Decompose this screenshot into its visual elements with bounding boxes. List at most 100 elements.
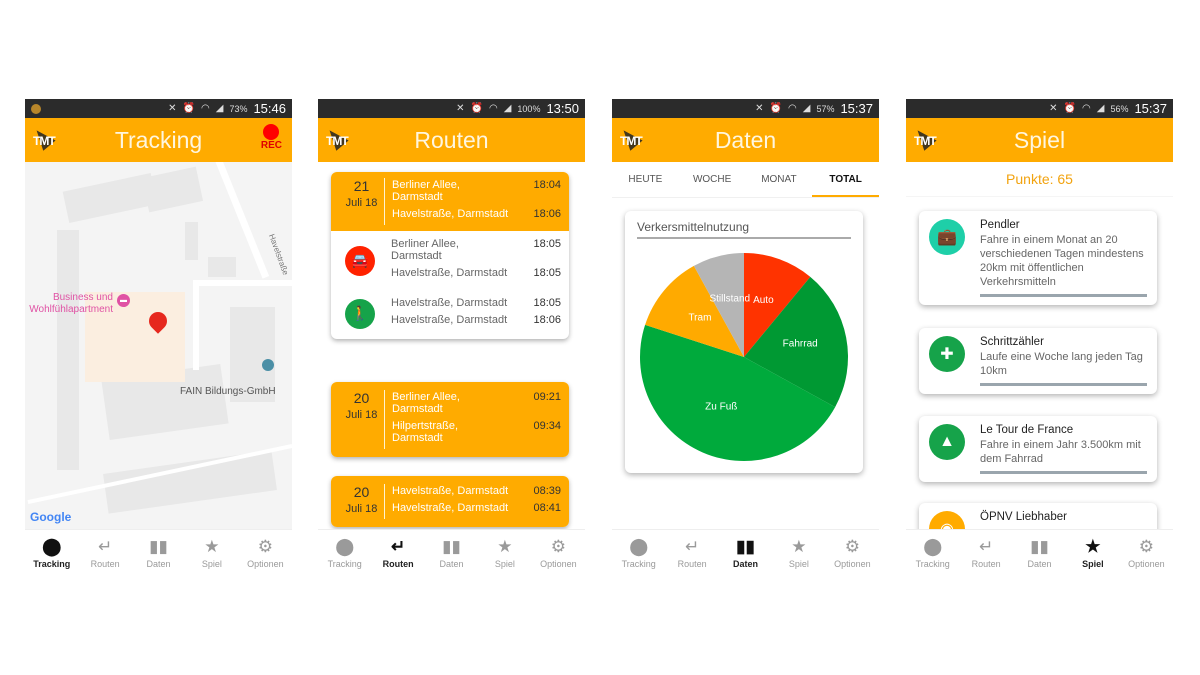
clock: 15:46 (253, 101, 286, 116)
clock: 15:37 (1134, 101, 1167, 116)
dumbbell-icon: ✚ (929, 336, 965, 372)
wifi-icon: ◠ (201, 103, 210, 114)
map-building (141, 166, 204, 213)
achievement-card[interactable]: 💼 Pendler Fahre in einem Monat an 20 ver… (919, 211, 1157, 305)
location-pin-icon: ⬤ (923, 537, 943, 556)
record-icon (263, 124, 280, 140)
nav-spiel[interactable]: ★ Spiel (772, 530, 825, 577)
nav-spiel[interactable]: ★ Spiel (185, 530, 238, 577)
signal-icon: ◢ (215, 103, 224, 114)
location-pin-icon: ⬤ (335, 537, 355, 556)
route-card[interactable]: 20 Juli 18 Havelstraße, Darmstadt 08:39 H… (331, 476, 569, 527)
tmt-logo: TMT (617, 125, 650, 152)
star-icon: ★ (791, 537, 807, 556)
pie-label: Zu Fuß (705, 401, 737, 412)
map-view[interactable]: Havelstraße Business und Wohlfühlapartmen… (25, 162, 292, 529)
spiel-screen: ✕ ⏰ ◠ ◢ 56% 15:37 TMT Spiel Punkte: 65 💼… (906, 99, 1173, 577)
achievement-card[interactable]: ▲ Le Tour de France Fahre in einem Jahr … (919, 416, 1157, 482)
return-arrow-icon: ↵ (97, 537, 113, 556)
pie-label: Fahrrad (783, 338, 818, 349)
points-display: Punkte: 65 (906, 162, 1173, 197)
page-title: Spiel (1013, 126, 1066, 153)
battery-level: 57% (816, 103, 835, 114)
record-button[interactable]: REC (261, 124, 282, 151)
nav-tracking[interactable]: ⬤ Tracking (906, 530, 959, 577)
battery-level: 73% (229, 103, 248, 114)
hotel-icon[interactable]: ▬ (117, 294, 130, 307)
clock: 15:37 (840, 101, 873, 116)
progress-bar (980, 294, 1147, 297)
nav-optionen[interactable]: ⚙ Optionen (532, 530, 585, 577)
status-bar: ✕ ⏰ ◠ ◢ 100% 13:50 (318, 99, 585, 118)
poi-label-apartment[interactable]: Business und Wohlfühlapartment (25, 292, 113, 316)
route-card[interactable]: 21 Juli 18 Berliner Allee, Darmstadt 18:0… (331, 172, 569, 339)
nav-daten[interactable]: ▮▮ Daten (132, 530, 185, 577)
pie-label: Auto (753, 295, 774, 306)
bottom-navigation: ⬤ Tracking ↵ Routen ▮▮ Daten ★ Spiel ⚙ Option… (25, 529, 292, 577)
route-date: 21 Juli 18 (339, 178, 385, 225)
bottom-navigation: ⬤ Tracking ↵ Routen ▮▮ Daten ★ Spiel ⚙ Option… (906, 529, 1173, 577)
status-bar: ✕ ⏰ ◠ ◢ 73% 15:46 (25, 99, 292, 118)
nav-optionen[interactable]: ⚙ Optionen (239, 530, 292, 577)
nav-spiel[interactable]: ★ Spiel (1066, 530, 1119, 577)
app-bar: TMT Tracking REC (25, 118, 292, 162)
signal-icon: ◢ (1096, 103, 1105, 114)
tmt-logo: TMT (30, 125, 63, 152)
nav-tracking[interactable]: ⬤ Tracking (25, 530, 78, 577)
route-date: 20 Juli 18 (339, 390, 385, 449)
alarm-icon: ⏰ (470, 103, 483, 114)
chart-card: Verkersmittelnutzung Auto Fahrrad Zu Fuß Tr… (625, 211, 863, 473)
alarm-icon: ⏰ (182, 103, 195, 114)
map-building (57, 230, 79, 470)
battery-level: 56% (1110, 103, 1129, 114)
nav-routen[interactable]: ↵ Routen (78, 530, 131, 577)
route-card[interactable]: 20 Juli 18 Berliner Allee, Darmstadt 09:2… (331, 382, 569, 457)
nav-daten[interactable]: ▮▮ Daten (719, 530, 772, 577)
bar-chart-icon: ▮▮ (1030, 537, 1049, 556)
mute-icon: ✕ (456, 103, 465, 114)
route-header: 20 Juli 18 Havelstraße, Darmstadt 08:39 H… (331, 476, 569, 527)
nav-daten[interactable]: ▮▮ Daten (1013, 530, 1066, 577)
route-header: 20 Juli 18 Berliner Allee, Darmstadt 09:2… (331, 382, 569, 457)
poi-label-fain[interactable]: FAIN Bildungs-GmbH (180, 386, 276, 397)
app-bar: TMT Spiel (906, 118, 1173, 162)
location-pin-icon: ⬤ (42, 537, 62, 556)
tab-monat[interactable]: MONAT (746, 162, 813, 197)
bottom-navigation: ⬤ Tracking ↵ Routen ▮▮ Daten ★ Spiel ⚙ Option… (318, 529, 585, 577)
map-road (193, 280, 199, 370)
map-building (208, 257, 236, 277)
app-bar: TMT Routen (318, 118, 585, 162)
return-arrow-icon: ↵ (684, 537, 700, 556)
tab-woche[interactable]: WOCHE (679, 162, 746, 197)
route-segment[interactable]: 🚶 Havelstraße, Darmstadt 18:05 Havelstraß… (331, 290, 569, 339)
location-pin-icon: ⬤ (629, 537, 649, 556)
daten-screen: ✕ ⏰ ◠ ◢ 57% 15:37 TMT Daten HEUTE WOCHE … (612, 99, 879, 577)
nav-tracking[interactable]: ⬤ Tracking (318, 530, 371, 577)
bar-chart-icon: ▮▮ (736, 537, 755, 556)
nav-optionen[interactable]: ⚙ Optionen (1120, 530, 1173, 577)
nav-routen[interactable]: ↵ Routen (959, 530, 1012, 577)
tmt-logo: TMT (911, 125, 944, 152)
page-title: Daten (714, 126, 777, 153)
walk-icon: 🚶 (345, 298, 375, 329)
google-logo: Google (30, 510, 72, 524)
nav-spiel[interactable]: ★ Spiel (478, 530, 531, 577)
nav-routen[interactable]: ↵ Routen (665, 530, 718, 577)
gear-icon: ⚙ (550, 537, 566, 556)
chart-title: Verkersmittelnutzung (637, 220, 851, 239)
alarm-icon: ⏰ (769, 103, 782, 114)
route-segment[interactable]: 🚘 Berliner Allee, Darmstadt 18:05 Havelst… (331, 231, 569, 290)
bar-chart-icon: ▮▮ (149, 537, 168, 556)
achievement-card[interactable]: ✚ Schrittzähler Laufe eine Woche lang je… (919, 328, 1157, 394)
signal-icon: ◢ (802, 103, 811, 114)
map-road (195, 280, 292, 286)
tab-total[interactable]: TOTAL (812, 162, 879, 197)
star-icon: ★ (204, 537, 220, 556)
nav-optionen[interactable]: ⚙ Optionen (826, 530, 879, 577)
star-icon: ★ (497, 537, 513, 556)
tab-heute[interactable]: HEUTE (612, 162, 679, 197)
nav-tracking[interactable]: ⬤ Tracking (612, 530, 665, 577)
school-icon[interactable] (262, 359, 274, 371)
nav-routen[interactable]: ↵ Routen (371, 530, 424, 577)
nav-daten[interactable]: ▮▮ Daten (425, 530, 478, 577)
